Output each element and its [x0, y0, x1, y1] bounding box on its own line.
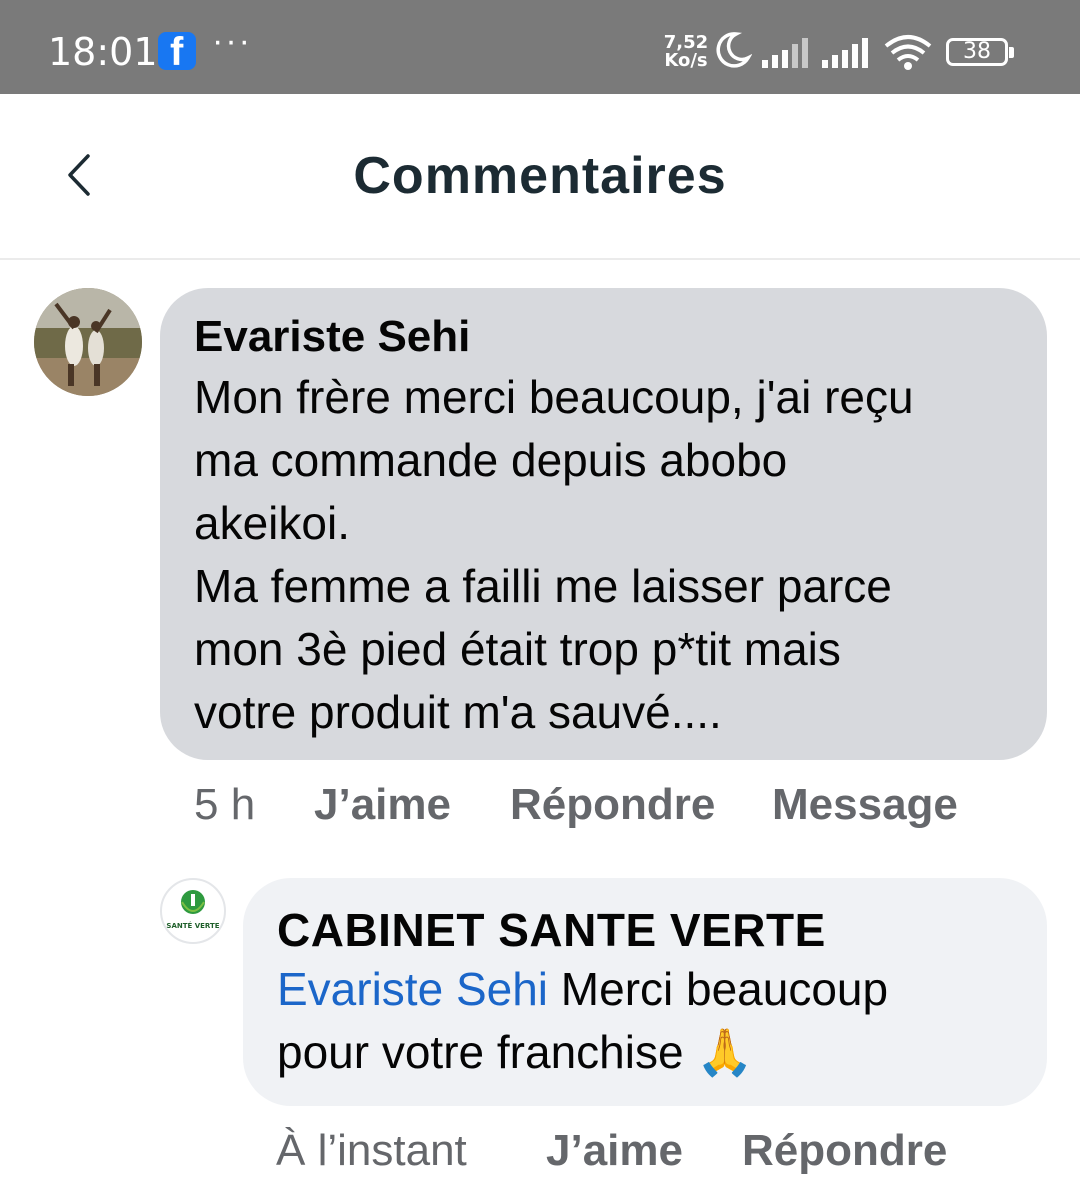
page-header: Commentaires	[0, 94, 1080, 260]
facebook-icon: f	[158, 30, 196, 74]
mention-link[interactable]: Evariste Sehi	[277, 963, 548, 1015]
reply-bubble[interactable]: CABINET SANTE VERTE Evariste Sehi Merci …	[243, 878, 1047, 1106]
comment-line: votre produit m'a sauvé....	[194, 686, 722, 738]
profile-photo	[34, 288, 142, 396]
status-time: 18:01	[48, 30, 158, 74]
comment-bubble[interactable]: Evariste Sehi Mon frère merci beaucoup, …	[160, 288, 1047, 760]
comment-line: Mon frère merci beaucoup, j'ai reçu	[194, 371, 914, 423]
avatar[interactable]: SANTÉ VERTE	[160, 878, 226, 944]
wifi-icon	[884, 35, 932, 70]
more-notifications-icon: ···	[212, 22, 252, 60]
comment-line: mon 3è pied était trop p*tit mais	[194, 623, 841, 675]
logo-text: SANTÉ VERTE	[166, 922, 220, 930]
avatar[interactable]	[34, 288, 142, 396]
message-button[interactable]: Message	[772, 780, 958, 830]
reply-button[interactable]: Répondre	[742, 1126, 947, 1176]
status-bar: 18:01 f ··· 7,52 Ko/s 38	[0, 0, 1080, 94]
praying-hands-emoji: 🙏	[696, 1025, 754, 1079]
comment-text-line: pour votre franchise 🙏	[277, 1021, 1013, 1084]
comment-author[interactable]: CABINET SANTE VERTE	[277, 902, 1013, 958]
comment-time: 5 h	[194, 780, 256, 829]
reply-button[interactable]: Répondre	[510, 780, 715, 830]
moon-icon	[716, 32, 752, 68]
comment-text: Evariste Sehi Merci beaucoup	[277, 958, 1013, 1021]
like-button[interactable]: J’aime	[314, 780, 451, 830]
comment-author[interactable]: Evariste Sehi	[194, 308, 1013, 366]
like-button[interactable]: J’aime	[546, 1126, 683, 1176]
sante-verte-logo	[181, 890, 205, 914]
battery-level: 38	[963, 39, 991, 64]
comment-time: À l’instant	[276, 1126, 467, 1175]
network-speed-unit: Ko/s	[664, 50, 708, 71]
signal-icon	[762, 38, 808, 68]
comment-line: akeikoi.	[194, 497, 350, 549]
comment-text-part: Merci beaucoup	[548, 963, 889, 1015]
network-speed: 7,52 Ko/s	[662, 34, 710, 70]
page-title: Commentaires	[353, 147, 727, 205]
battery-icon: 38	[946, 38, 1014, 66]
comment-line: Ma femme a failli me laisser parce	[194, 560, 892, 612]
comment-text-part: pour votre franchise	[277, 1026, 697, 1078]
signal-icon	[822, 38, 868, 68]
comment-line: ma commande depuis abobo	[194, 434, 788, 486]
